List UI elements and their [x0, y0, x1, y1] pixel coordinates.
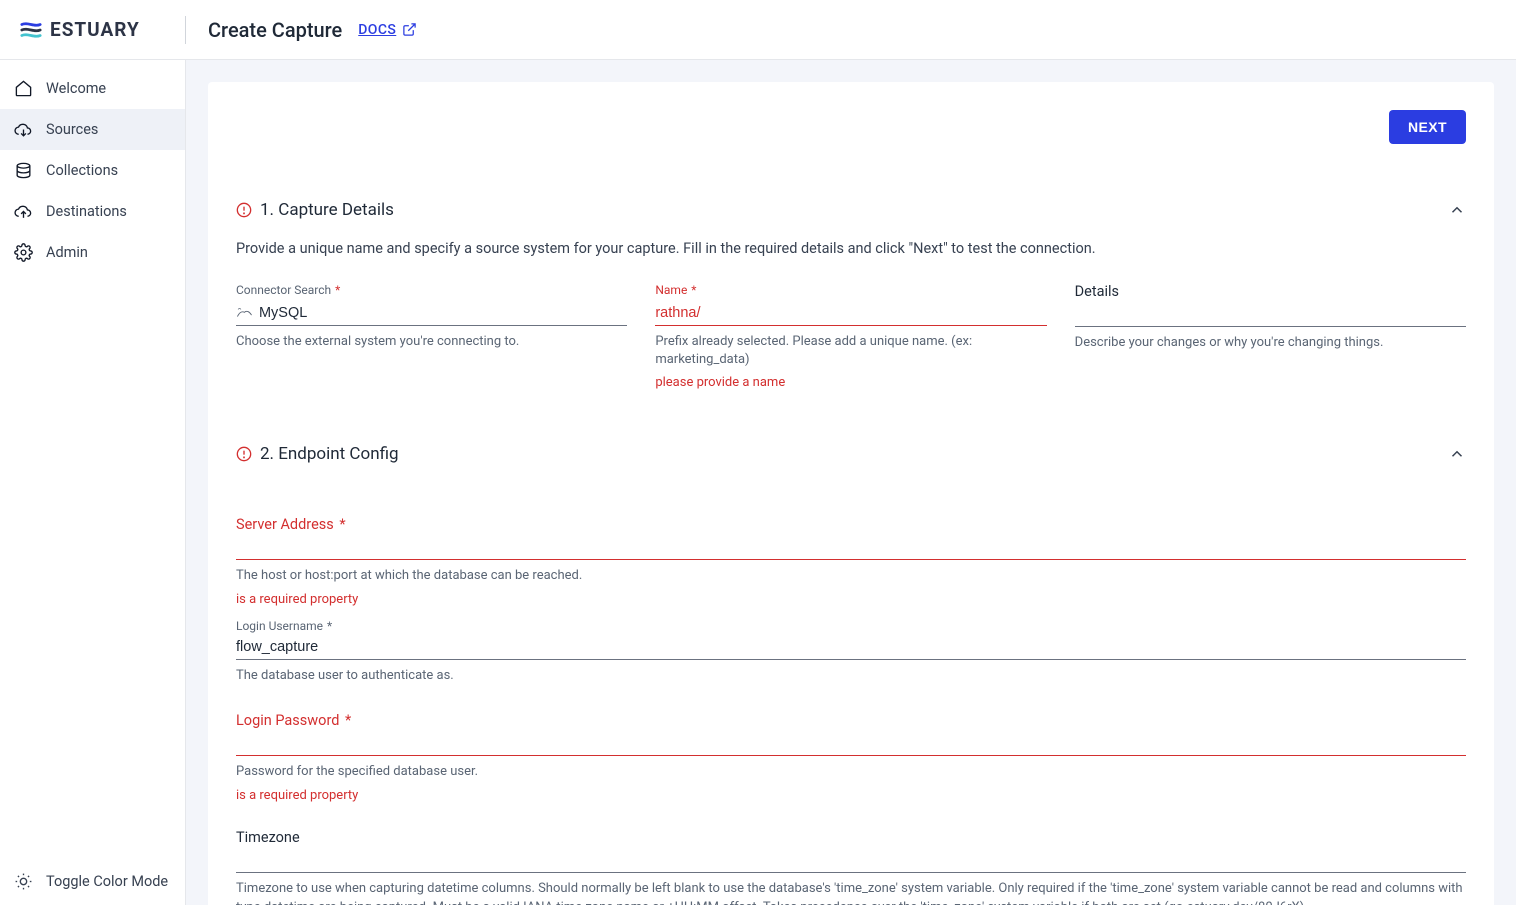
- section1-header[interactable]: 1. Capture Details: [236, 200, 1466, 220]
- logo[interactable]: ESTUARY: [20, 18, 185, 41]
- details-input[interactable]: [1075, 306, 1466, 322]
- name-label: Name *: [655, 283, 1046, 297]
- username-input-wrap[interactable]: [236, 636, 1466, 660]
- name-input-wrap[interactable]: [655, 302, 1046, 326]
- external-link-icon: [402, 22, 417, 37]
- logo-text: ESTUARY: [50, 18, 140, 41]
- sidebar-item-label: Sources: [46, 121, 98, 138]
- name-input[interactable]: [655, 305, 1046, 321]
- username-input[interactable]: [236, 639, 1466, 655]
- server-error: is a required property: [236, 592, 1466, 607]
- sidebar-item-label: Welcome: [46, 80, 106, 97]
- cloud-out-icon: [14, 202, 33, 221]
- section1-desc: Provide a unique name and specify a sour…: [236, 240, 1466, 257]
- sidebar-item-admin[interactable]: Admin: [0, 232, 185, 273]
- username-label: Login Username *: [236, 619, 1466, 633]
- gear-icon: [14, 243, 33, 262]
- section2-title: 2. Endpoint Config: [260, 444, 399, 464]
- sidebar-item-label: Collections: [46, 162, 118, 179]
- connector-input[interactable]: [259, 305, 627, 321]
- name-field: Name * Prefix already selected. Please a…: [655, 283, 1046, 390]
- toggle-color-mode[interactable]: Toggle Color Mode: [0, 858, 185, 905]
- password-label: Login Password *: [236, 712, 1466, 729]
- server-input-wrap[interactable]: [236, 536, 1466, 560]
- details-field: Details Describe your changes or why you…: [1075, 283, 1466, 390]
- error-icon: [236, 446, 252, 462]
- sidebar-item-collections[interactable]: Collections: [0, 150, 185, 191]
- name-error: please provide a name: [655, 375, 1046, 390]
- timezone-input[interactable]: [236, 852, 1466, 868]
- sidebar: Welcome Sources Collections Destinations…: [0, 60, 186, 905]
- connector-search-field: Connector Search * Choose the external s…: [236, 283, 627, 390]
- section2-header[interactable]: 2. Endpoint Config: [236, 444, 1466, 464]
- sidebar-item-welcome[interactable]: Welcome: [0, 68, 185, 109]
- docs-link[interactable]: DOCS: [358, 22, 417, 38]
- database-icon: [14, 161, 33, 180]
- password-input[interactable]: [236, 735, 1466, 751]
- next-button[interactable]: NEXT: [1389, 110, 1466, 144]
- details-help: Describe your changes or why you're chan…: [1075, 334, 1466, 352]
- login-password-field: Login Password * Password for the specif…: [236, 712, 1466, 803]
- sidebar-item-sources[interactable]: Sources: [0, 109, 185, 150]
- server-label: Server Address *: [236, 516, 1466, 533]
- mysql-icon: [236, 306, 253, 320]
- username-help: The database user to authenticate as.: [236, 667, 1466, 686]
- name-help: Prefix already selected. Please add a un…: [655, 333, 1046, 369]
- password-help: Password for the specified database user…: [236, 763, 1466, 782]
- docs-link-label: DOCS: [358, 22, 396, 38]
- app-header: ESTUARY Create Capture DOCS: [0, 0, 1516, 60]
- password-error: is a required property: [236, 788, 1466, 803]
- login-username-field: Login Username * The database user to au…: [236, 619, 1466, 686]
- server-address-field: Server Address * The host or host:port a…: [236, 516, 1466, 607]
- sun-icon: [14, 872, 33, 891]
- main-content: NEXT 1. Capture Details Provide a unique…: [186, 60, 1516, 905]
- section1-title: 1. Capture Details: [260, 200, 394, 220]
- timezone-label: Timezone: [236, 829, 1466, 846]
- cloud-in-icon: [14, 120, 33, 139]
- sidebar-item-label: Admin: [46, 244, 88, 261]
- chevron-up-icon[interactable]: [1448, 445, 1466, 463]
- details-input-wrap[interactable]: [1075, 303, 1466, 327]
- sidebar-item-label: Destinations: [46, 203, 127, 220]
- logo-icon: [20, 19, 42, 41]
- timezone-input-wrap[interactable]: [236, 849, 1466, 873]
- connector-label: Connector Search *: [236, 283, 627, 297]
- header-divider: [185, 16, 186, 44]
- server-input[interactable]: [236, 539, 1466, 555]
- page-title: Create Capture: [208, 18, 342, 42]
- connector-help: Choose the external system you're connec…: [236, 333, 627, 351]
- content-card: NEXT 1. Capture Details Provide a unique…: [208, 82, 1494, 905]
- server-help: The host or host:port at which the datab…: [236, 567, 1466, 586]
- timezone-field: Timezone Timezone to use when capturing …: [236, 829, 1466, 905]
- timezone-help: Timezone to use when capturing datetime …: [236, 880, 1466, 905]
- password-input-wrap[interactable]: [236, 732, 1466, 756]
- connector-input-wrap[interactable]: [236, 302, 627, 326]
- details-label: Details: [1075, 283, 1466, 300]
- home-icon: [14, 79, 33, 98]
- chevron-up-icon[interactable]: [1448, 201, 1466, 219]
- toggle-color-label: Toggle Color Mode: [46, 873, 168, 890]
- sidebar-item-destinations[interactable]: Destinations: [0, 191, 185, 232]
- error-icon: [236, 202, 252, 218]
